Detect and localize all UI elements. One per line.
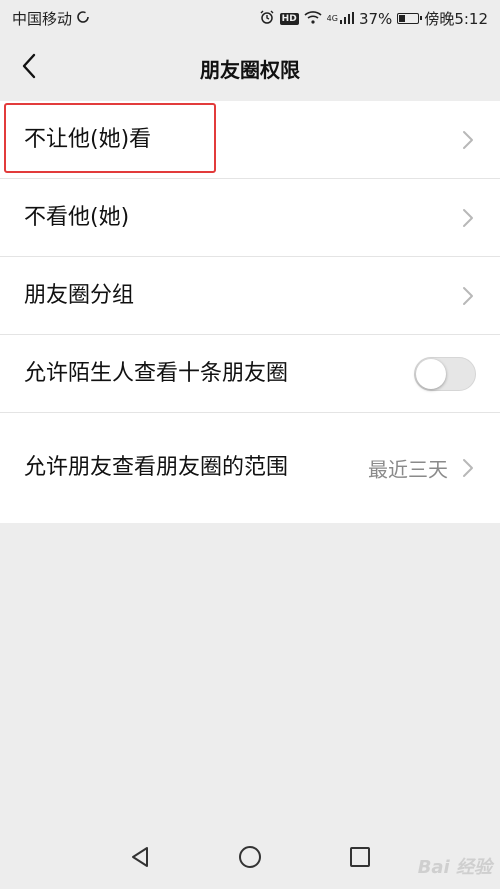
status-left: 中国移动: [12, 8, 90, 29]
setting-row-hide-my-moments[interactable]: 不让他(她)看: [0, 101, 500, 179]
toggle-knob: [416, 358, 446, 389]
watermark: Bai 经验: [417, 857, 492, 878]
battery-icon: [397, 13, 423, 24]
setting-row-visible-range[interactable]: 允许朋友查看朋友圈的范围 最近三天: [0, 413, 500, 523]
recent-apps-button[interactable]: [342, 841, 378, 877]
chevron-right-icon: [463, 286, 473, 305]
chevron-right-icon: [463, 208, 473, 227]
battery-fill: [399, 15, 406, 22]
page-title: 朋友圈权限: [200, 58, 300, 82]
setting-label: 不看他(她): [24, 204, 130, 230]
system-nav-bar: Bai 经验: [0, 829, 500, 889]
circle-home-icon: [238, 845, 262, 873]
setting-label: 允许朋友查看朋友圈的范围: [24, 455, 289, 480]
nav-bar: 朋友圈权限: [0, 36, 500, 100]
back-nav-button[interactable]: [122, 841, 158, 877]
wifi-icon: [304, 10, 322, 28]
status-right: HD 4G 37% 傍晚5:12: [259, 8, 488, 29]
battery-percent: 37%: [358, 9, 393, 28]
signal-icon: [339, 10, 354, 28]
clock: 傍晚5:12: [424, 10, 488, 28]
strangers-view-toggle[interactable]: [414, 356, 476, 391]
home-nav-button[interactable]: [232, 841, 268, 877]
setting-label: 朋友圈分组: [24, 282, 135, 308]
setting-label: 不让他(她)看: [24, 126, 152, 152]
chevron-right-icon: [463, 459, 473, 477]
alarm-icon: [259, 9, 275, 29]
setting-row-strangers-view-ten: 允许陌生人查看十条朋友圈: [0, 335, 500, 413]
hd-icon: HD: [279, 12, 299, 25]
settings-list: 不让他(她)看 不看他(她) 朋友圈分组 允许陌生人查看十条朋友圈 允许朋友查看…: [0, 101, 500, 523]
status-bar: 中国移动 HD 4G 37% 傍晚5:12: [0, 0, 500, 36]
carrier-name: 中国移动: [12, 10, 73, 28]
loading-ring-icon: [76, 10, 90, 28]
triangle-back-icon: [129, 846, 151, 872]
network-type: 4G: [326, 14, 338, 23]
square-recents-icon: [349, 846, 371, 872]
chevron-right-icon: [463, 130, 473, 149]
setting-row-hide-their-moments[interactable]: 不看他(她): [0, 179, 500, 257]
setting-row-moments-groups[interactable]: 朋友圈分组: [0, 257, 500, 335]
setting-label: 允许陌生人查看十条朋友圈: [24, 360, 289, 386]
setting-value: 最近三天: [368, 457, 448, 482]
